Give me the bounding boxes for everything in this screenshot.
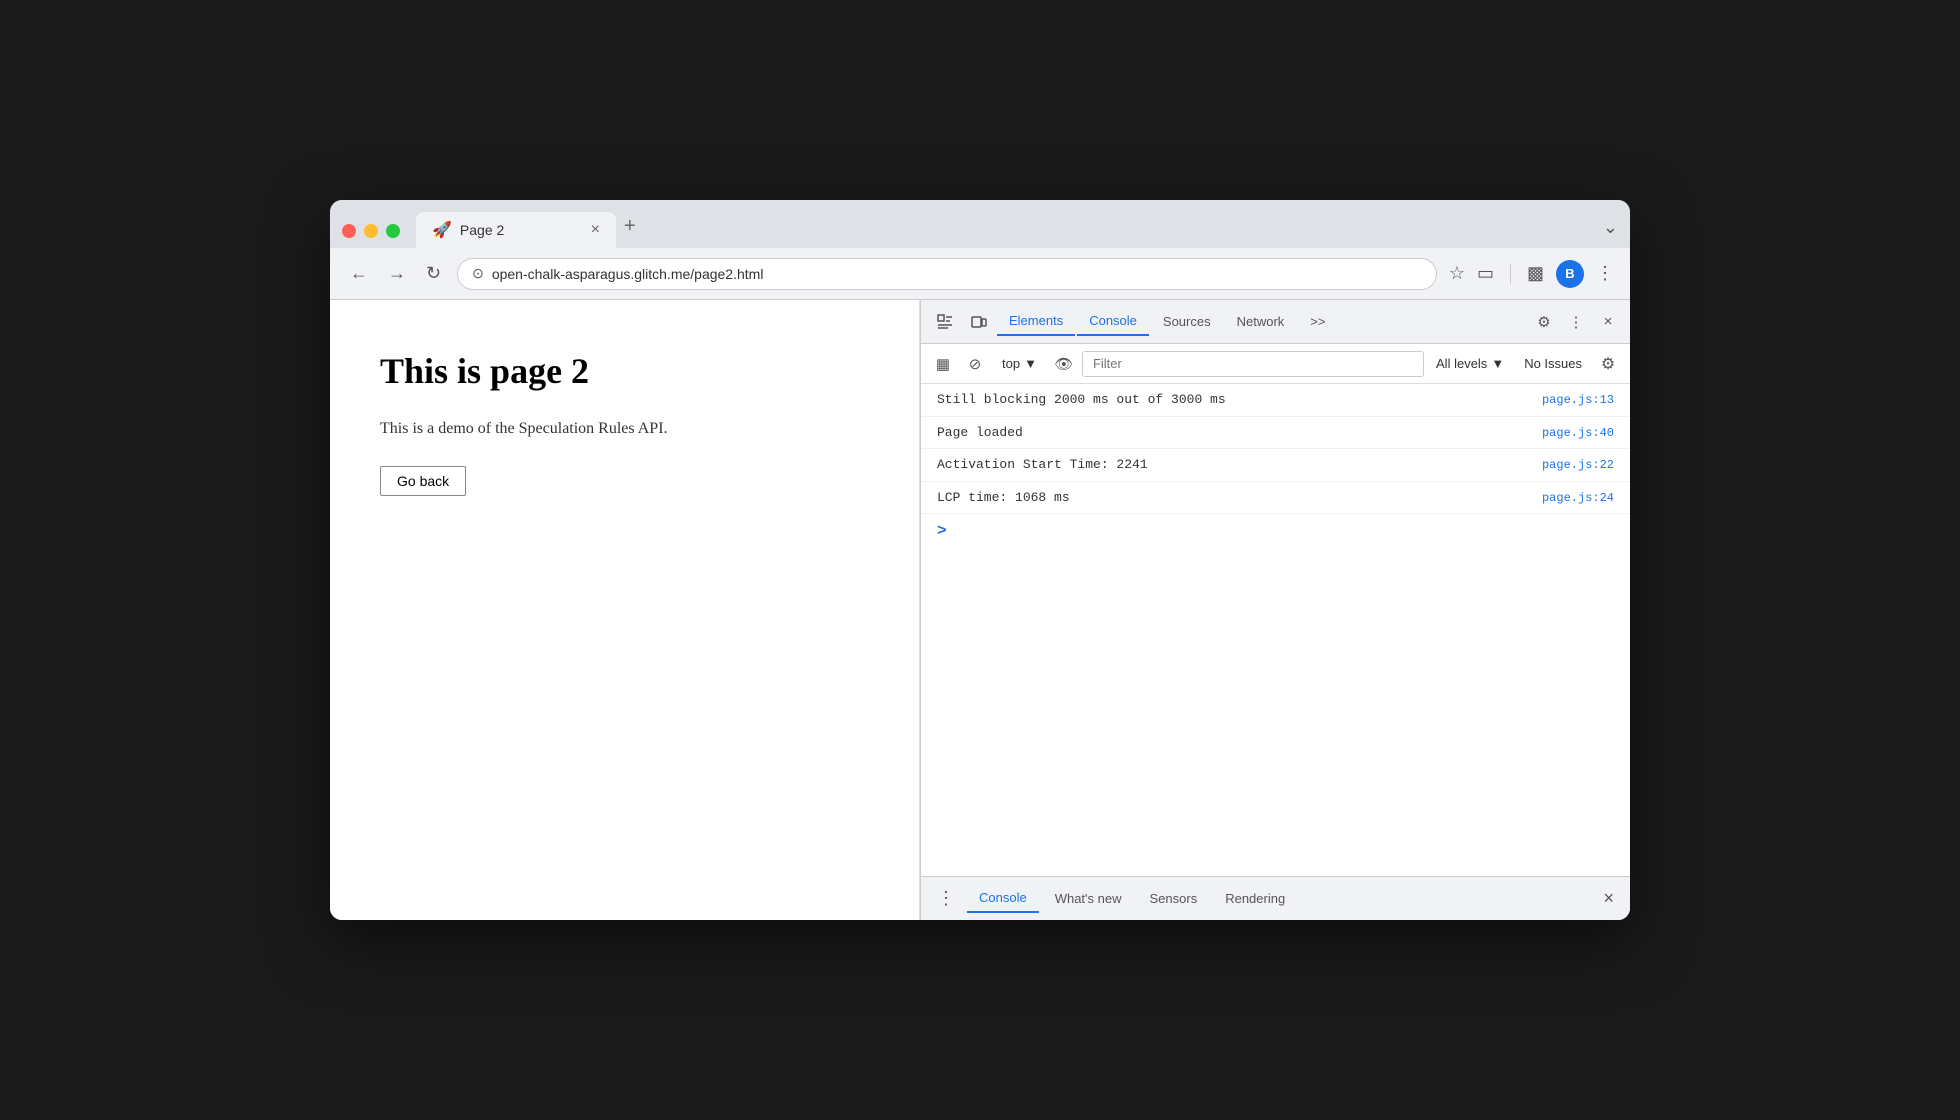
menu-icon[interactable]: ⋮ — [1596, 263, 1614, 284]
maximize-traffic-light[interactable] — [386, 224, 400, 238]
eye-icon[interactable]: 👁 — [1050, 350, 1078, 378]
tab-network[interactable]: Network — [1225, 308, 1297, 335]
bottom-tab-sensors[interactable]: Sensors — [1138, 885, 1210, 912]
page-body: This is a demo of the Speculation Rules … — [380, 416, 869, 442]
log-text-3: LCP time: 1068 ms — [937, 488, 1542, 508]
console-prompt[interactable]: > — [921, 514, 1630, 548]
log-text-2: Activation Start Time: 2241 — [937, 455, 1542, 475]
log-link-3[interactable]: page.js:24 — [1542, 489, 1614, 507]
more-tabs-button[interactable]: >> — [1298, 308, 1337, 335]
log-link-0[interactable]: page.js:13 — [1542, 391, 1614, 409]
tab-title: Page 2 — [460, 222, 583, 238]
tab-bar: 🚀 Page 2 × + ⌄ — [330, 200, 1630, 248]
inspect-element-icon[interactable] — [929, 306, 961, 338]
tab-console[interactable]: Console — [1077, 307, 1149, 336]
device-mode-icon[interactable] — [963, 306, 995, 338]
url-bar[interactable]: ⊙ open-chalk-asparagus.glitch.me/page2.h… — [457, 258, 1437, 290]
clear-console-icon[interactable]: ⊘ — [961, 350, 989, 378]
separator — [1510, 264, 1511, 284]
go-back-button[interactable]: Go back — [380, 466, 466, 496]
log-link-1[interactable]: page.js:40 — [1542, 424, 1614, 442]
filter-input[interactable] — [1082, 351, 1424, 377]
context-label: top — [1002, 356, 1020, 371]
log-text-0: Still blocking 2000 ms out of 3000 ms — [937, 390, 1542, 410]
bottom-tab-rendering[interactable]: Rendering — [1213, 885, 1297, 912]
active-tab[interactable]: 🚀 Page 2 × — [416, 212, 616, 248]
context-arrow-icon: ▼ — [1024, 356, 1037, 371]
bookmark-icon[interactable]: ☆ — [1449, 263, 1465, 284]
browser-window: 🚀 Page 2 × + ⌄ ← → ↻ ⊙ open-chalk-aspara… — [330, 200, 1630, 920]
log-entry-0: Still blocking 2000 ms out of 3000 ms pa… — [921, 384, 1630, 417]
extensions-icon[interactable]: ▭ — [1477, 263, 1494, 284]
bottom-dots-icon[interactable]: ⋮ — [929, 884, 963, 913]
url-text: open-chalk-asparagus.glitch.me/page2.htm… — [492, 266, 1422, 282]
page-heading: This is page 2 — [380, 350, 869, 392]
log-entry-2: Activation Start Time: 2241 page.js:22 — [921, 449, 1630, 482]
forward-button[interactable]: → — [384, 259, 410, 288]
page-content: This is page 2 This is a demo of the Spe… — [330, 300, 920, 920]
new-tab-button[interactable]: + — [616, 207, 644, 248]
console-settings-icon[interactable]: ⚙ — [1594, 350, 1622, 378]
devtools-bottom-bar: ⋮ Console What's new Sensors Rendering × — [921, 876, 1630, 920]
devtools-more-icon[interactable]: ⋮ — [1562, 308, 1590, 336]
levels-label: All levels — [1436, 356, 1487, 371]
address-actions: ☆ ▭ ▩ B ⋮ — [1449, 260, 1614, 288]
console-log: Still blocking 2000 ms out of 3000 ms pa… — [921, 384, 1630, 876]
devtools-panel: Elements Console Sources Network >> ⚙ ⋮ — [920, 300, 1630, 920]
log-entry-3: LCP time: 1068 ms page.js:24 — [921, 482, 1630, 515]
tab-elements[interactable]: Elements — [997, 307, 1075, 336]
console-toolbar: ▦ ⊘ top ▼ 👁 All levels ▼ No Issues ⚙ — [921, 344, 1630, 384]
levels-arrow-icon: ▼ — [1491, 356, 1504, 371]
bottom-close-button[interactable]: × — [1595, 884, 1622, 913]
no-issues-label: No Issues — [1516, 352, 1590, 375]
log-entry-1: Page loaded page.js:40 — [921, 417, 1630, 450]
tab-sources[interactable]: Sources — [1151, 308, 1223, 335]
cast-icon[interactable]: ▩ — [1527, 263, 1544, 284]
profile-button[interactable]: B — [1556, 260, 1584, 288]
log-link-2[interactable]: page.js:22 — [1542, 456, 1614, 474]
devtools-settings-icon[interactable]: ⚙ — [1530, 308, 1558, 336]
minimize-traffic-light[interactable] — [364, 224, 378, 238]
context-selector[interactable]: top ▼ — [993, 353, 1046, 374]
main-content: This is page 2 This is a demo of the Spe… — [330, 300, 1630, 920]
devtools-tabs: Elements Console Sources Network >> ⚙ ⋮ — [921, 300, 1630, 344]
devtools-close-icon[interactable]: × — [1594, 308, 1622, 336]
log-text-1: Page loaded — [937, 423, 1542, 443]
site-info-icon[interactable]: ⊙ — [472, 265, 484, 282]
devtools-tabs-right: ⚙ ⋮ × — [1530, 308, 1622, 336]
traffic-lights — [342, 224, 400, 248]
tab-dropdown-button[interactable]: ⌄ — [1603, 217, 1618, 248]
levels-button[interactable]: All levels ▼ — [1428, 352, 1512, 375]
tab-close-button[interactable]: × — [591, 222, 600, 238]
address-bar: ← → ↻ ⊙ open-chalk-asparagus.glitch.me/p… — [330, 248, 1630, 300]
bottom-tab-whats-new[interactable]: What's new — [1043, 885, 1134, 912]
close-traffic-light[interactable] — [342, 224, 356, 238]
reload-button[interactable]: ↻ — [422, 259, 445, 288]
tab-favicon: 🚀 — [432, 220, 452, 240]
back-button[interactable]: ← — [346, 259, 372, 288]
sidebar-toggle-icon[interactable]: ▦ — [929, 350, 957, 378]
bottom-tab-console[interactable]: Console — [967, 884, 1039, 913]
